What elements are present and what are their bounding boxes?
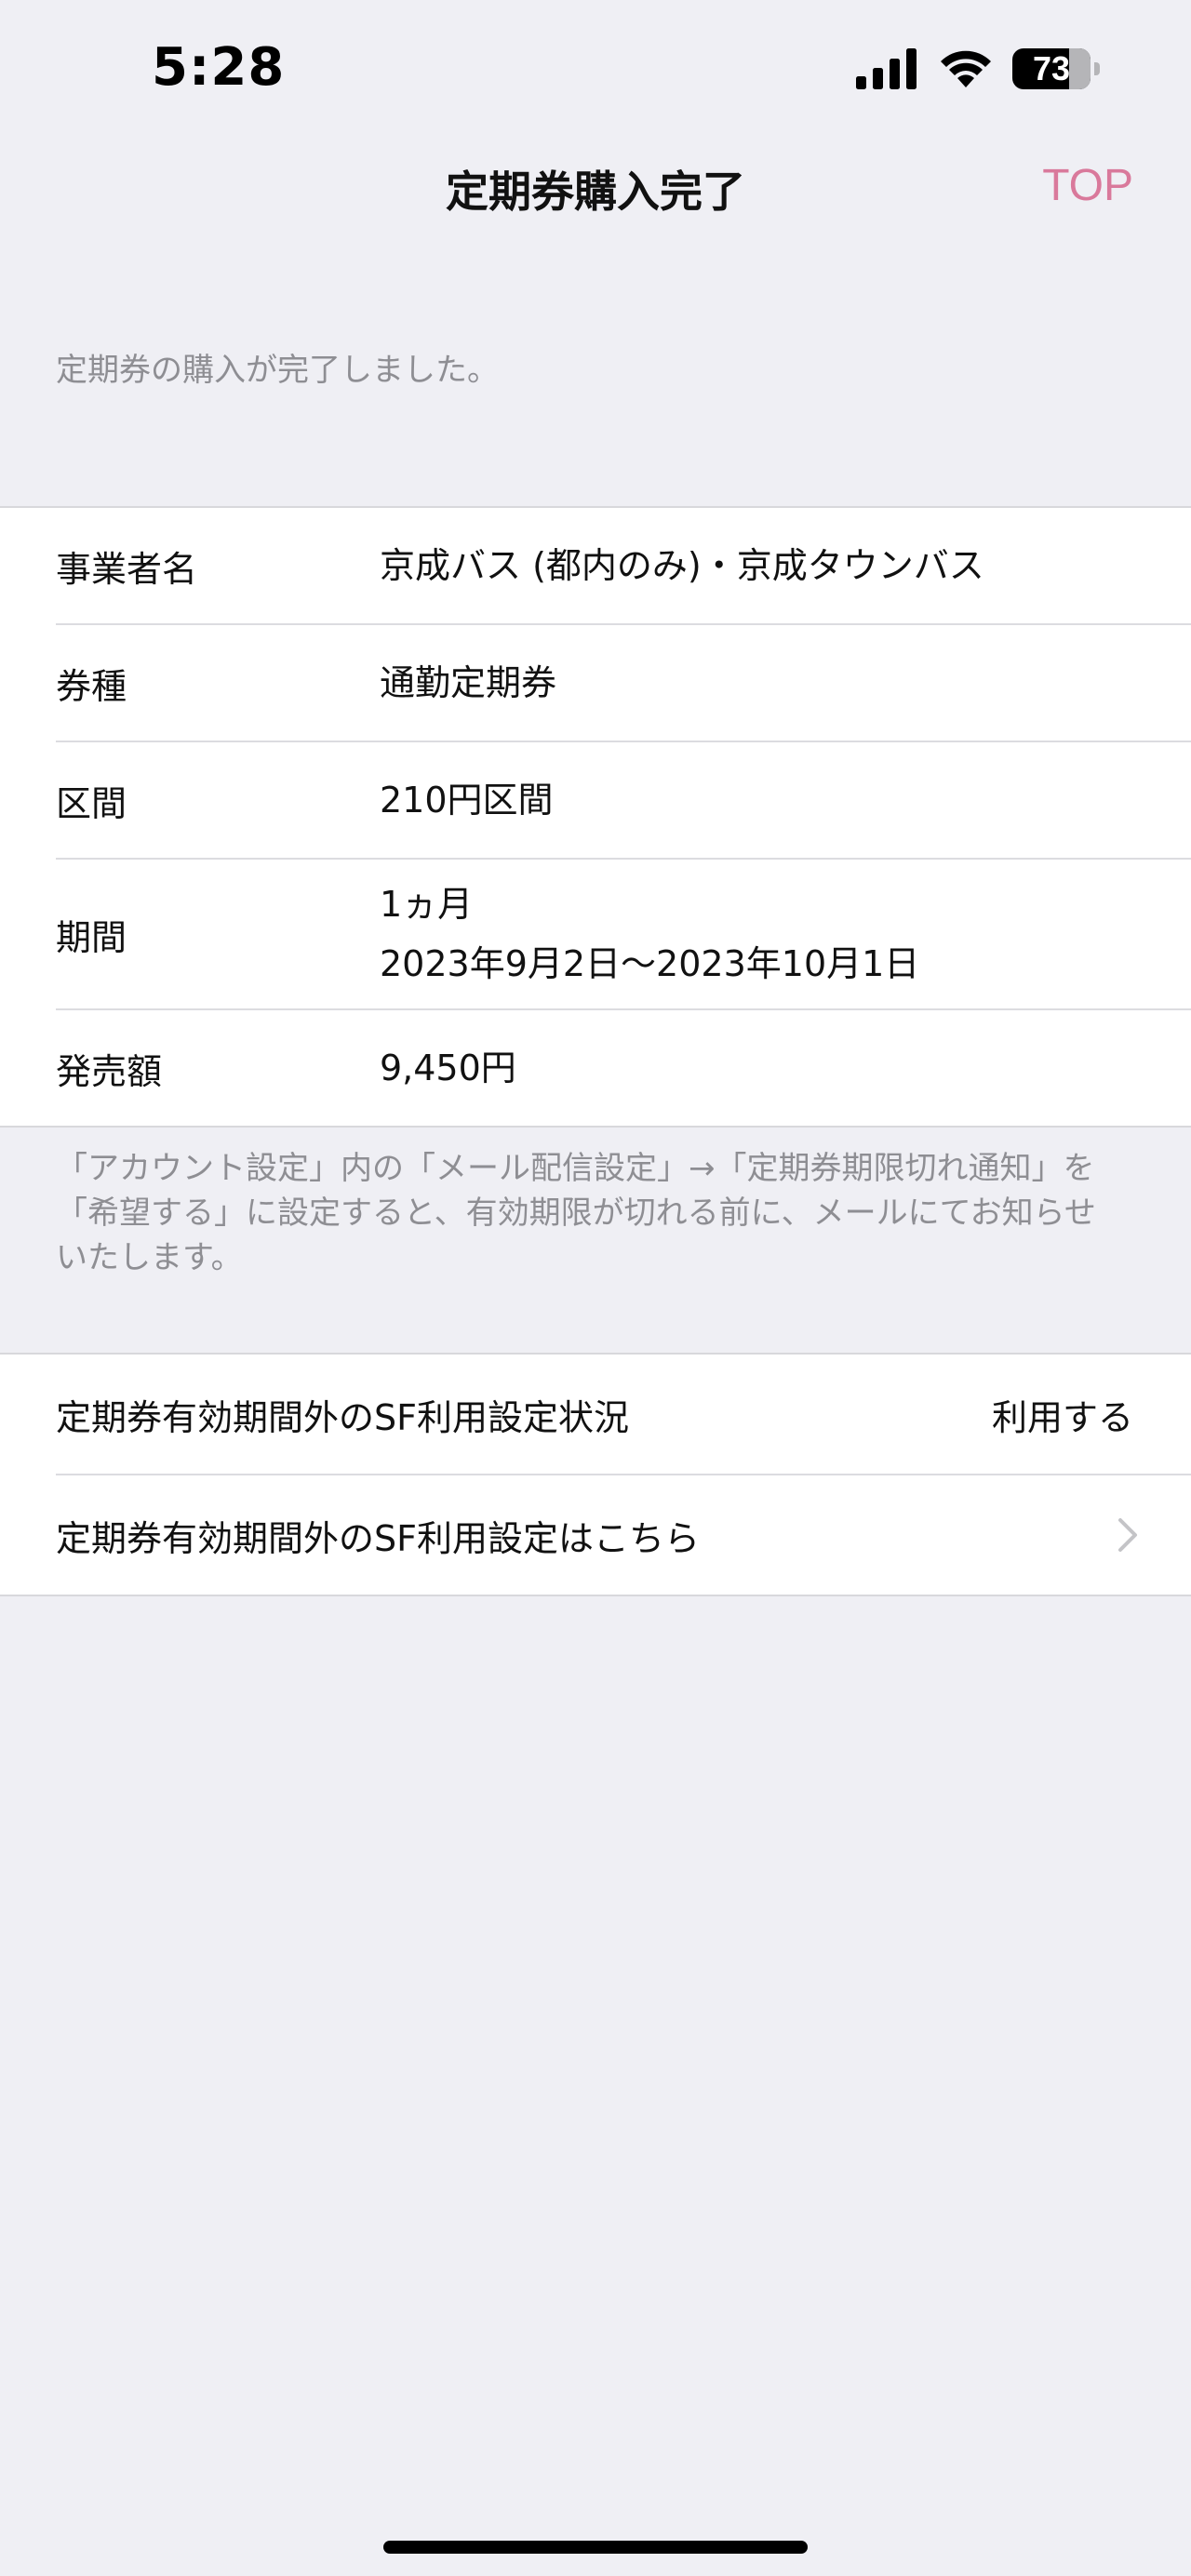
sf-settings-link[interactable]: 定期券有効期間外のSF利用設定はこちら [56, 1475, 1191, 1595]
sf-status-value: 利用する [991, 1396, 1133, 1438]
detail-row-ticket-type: 券種 通勤定期券 [56, 625, 1191, 742]
detail-row-operator: 事業者名 京成バス (都内のみ)・京成タウンバス [56, 508, 1191, 625]
sf-status-row: 定期券有効期間外のSF利用設定状況 利用する [56, 1355, 1191, 1475]
detail-row-section: 区間 210円区間 [56, 742, 1191, 860]
detail-value: 9,450円 [380, 1048, 516, 1088]
wifi-icon [941, 50, 991, 87]
period-duration: 1ヵ月 [380, 884, 474, 925]
detail-label: 期間 [56, 916, 127, 958]
battery-level: 73 [1032, 49, 1071, 87]
status-bar: 5:28 73 [0, 0, 1191, 140]
period-dates: 2023年9月2日〜2023年10月1日 [380, 943, 920, 984]
detail-label: 事業者名 [56, 548, 198, 590]
detail-row-period: 期間 1ヵ月 2023年9月2日〜2023年10月1日 [56, 860, 1191, 1010]
detail-value: 210円区間 [380, 780, 554, 821]
signal-icon [856, 48, 917, 89]
battery-icon: 73 [1012, 48, 1102, 89]
sf-settings: 定期券有効期間外のSF利用設定状況 利用する 定期券有効期間外のSF利用設定はこ… [0, 1353, 1191, 1596]
ticket-details: 事業者名 京成バス (都内のみ)・京成タウンバス 券種 通勤定期券 区間 210… [0, 506, 1191, 1128]
detail-row-price: 発売額 9,450円 [56, 1010, 1191, 1126]
top-button[interactable]: TOP [1042, 160, 1133, 211]
detail-label: 発売額 [56, 1050, 163, 1092]
home-indicator[interactable] [383, 2541, 808, 2554]
detail-value: 京成バス (都内のみ)・京成タウンバス [380, 545, 984, 586]
chevron-right-icon [1118, 1518, 1137, 1552]
page-title: 定期券購入完了 [446, 167, 745, 217]
notification-note: 「アカウント設定」内の「メール配信設定」→「定期券期限切れ通知」を「希望する」に… [56, 1150, 1096, 1276]
detail-label: 区間 [56, 782, 127, 824]
detail-value-period: 1ヵ月 2023年9月2日〜2023年10月1日 [380, 874, 919, 994]
sf-link-label: 定期券有効期間外のSF利用設定はこちら [56, 1517, 700, 1559]
sf-status-label: 定期券有効期間外のSF利用設定状況 [56, 1396, 629, 1438]
status-time: 5:28 [152, 37, 286, 98]
detail-label: 券種 [56, 665, 127, 707]
completion-message: 定期券の購入が完了しました。 [56, 352, 499, 389]
detail-value: 通勤定期券 [380, 662, 557, 703]
